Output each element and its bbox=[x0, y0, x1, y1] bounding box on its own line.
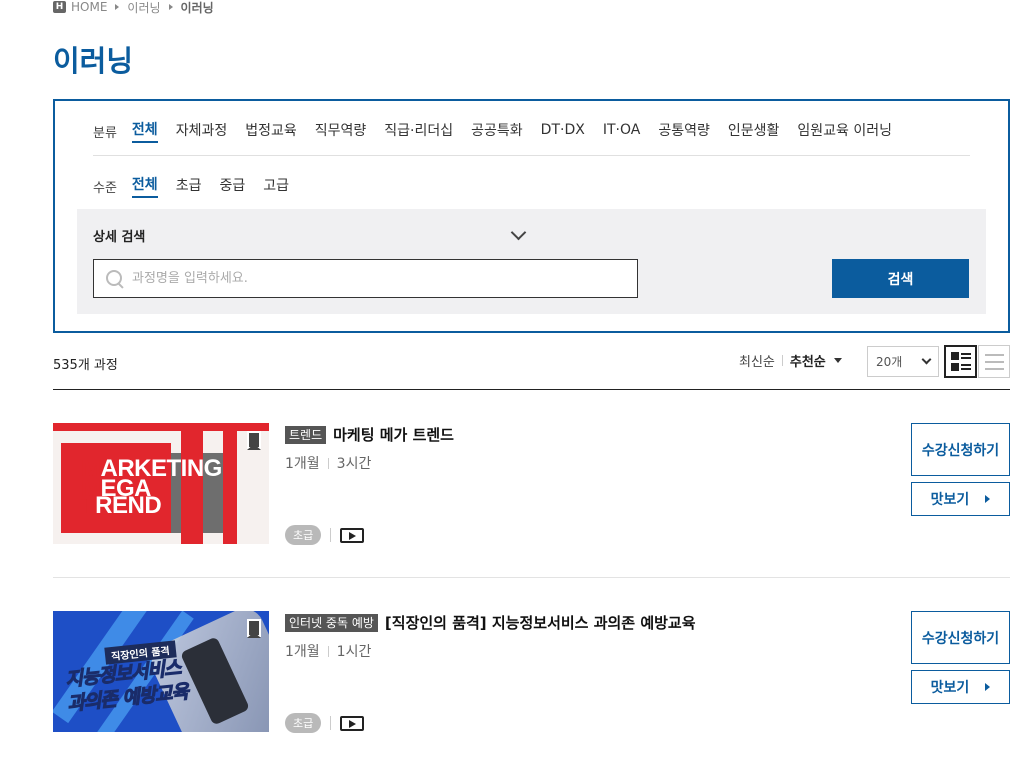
video-icon bbox=[340, 715, 365, 731]
category-option[interactable]: 임원교육 이러닝 bbox=[797, 120, 892, 142]
view-card-button[interactable] bbox=[944, 345, 977, 378]
list-line bbox=[985, 368, 1004, 370]
grid-cell bbox=[951, 352, 959, 360]
course-hours: 1시간 bbox=[336, 644, 372, 660]
course-meta: 1개월 3시간 bbox=[285, 453, 705, 473]
bookmark-icon[interactable] bbox=[247, 431, 261, 450]
bookmark-icon[interactable] bbox=[247, 619, 261, 638]
preview-label: 맛보기 bbox=[930, 492, 970, 508]
item-divider bbox=[53, 577, 1010, 578]
meta-divider bbox=[327, 645, 329, 657]
breadcrumb: H HOME 이러닝 이러닝 bbox=[53, 0, 214, 16]
level-badge: 초급 bbox=[285, 713, 322, 733]
breadcrumb-home[interactable]: HOME bbox=[71, 0, 107, 14]
filter-divider bbox=[93, 155, 970, 156]
course-count: 535개 과정 bbox=[53, 358, 118, 373]
category-filter-label: 분류 bbox=[93, 125, 117, 141]
preview-label: 맛보기 bbox=[930, 680, 970, 696]
filter-panel: 분류 전체 자체과정 법정교육 직무역량 직급·리더십 공공특화 DT·DX I… bbox=[53, 99, 1010, 333]
breadcrumb-arrow-icon bbox=[168, 4, 173, 10]
course-item: 직장인의 품격 지능정보서비스 과의존 예방교육 인터넷 중독 예방 [직장인의 … bbox=[53, 611, 1010, 736]
search-field bbox=[93, 259, 638, 298]
detail-search: 상세 검색 검색 bbox=[77, 209, 986, 314]
level-filter: 수준 전체 초급 중급 고급 bbox=[93, 174, 307, 198]
tag-divider bbox=[330, 716, 332, 730]
tag-divider bbox=[330, 528, 332, 542]
search-input[interactable] bbox=[132, 271, 637, 286]
category-option[interactable]: 공공특화 bbox=[471, 120, 523, 142]
level-filter-label: 수준 bbox=[93, 180, 117, 196]
arrow-right-icon bbox=[985, 495, 991, 503]
home-icon[interactable]: H bbox=[53, 1, 66, 13]
video-icon bbox=[340, 527, 365, 543]
per-page-select[interactable]: 20개 bbox=[867, 346, 939, 377]
course-thumbnail[interactable]: MARKETING MEGA TREND bbox=[53, 423, 269, 544]
course-tags: 초급 bbox=[285, 713, 365, 733]
category-filter: 분류 전체 자체과정 법정교육 직무역량 직급·리더십 공공특화 DT·DX I… bbox=[93, 119, 910, 143]
preview-button[interactable]: 맛보기 bbox=[911, 670, 1010, 704]
grid-line bbox=[961, 357, 971, 359]
course-meta: 1개월 1시간 bbox=[285, 641, 705, 661]
list-line bbox=[985, 361, 1004, 363]
chevron-down-icon[interactable] bbox=[510, 224, 527, 241]
detail-search-title[interactable]: 상세 검색 bbox=[93, 226, 145, 245]
sort-divider bbox=[781, 355, 783, 366]
course-title-line[interactable]: 트렌드 마케팅 메가 트렌드 bbox=[285, 423, 705, 447]
page-title: 이러닝 bbox=[53, 44, 134, 78]
category-option[interactable]: DT·DX bbox=[541, 122, 585, 140]
grid-line bbox=[961, 364, 971, 366]
list-divider bbox=[53, 389, 1010, 390]
chevron-down-icon bbox=[921, 354, 932, 365]
enroll-button[interactable]: 수강신청하기 bbox=[911, 611, 1010, 664]
thumb-word: TREND bbox=[81, 492, 162, 519]
course-title[interactable]: [직장인의 품격] 지능정보서비스 과의존 예방교육 bbox=[385, 614, 696, 632]
course-duration: 1개월 bbox=[285, 456, 320, 472]
sort-latest[interactable]: 최신순 bbox=[739, 351, 775, 370]
category-option[interactable]: IT·OA bbox=[603, 122, 640, 140]
level-option[interactable]: 고급 bbox=[263, 175, 289, 197]
thumb-stripe bbox=[181, 423, 203, 544]
category-option[interactable]: 공통역량 bbox=[658, 120, 710, 142]
category-option[interactable]: 법정교육 bbox=[245, 120, 297, 142]
grid-cell bbox=[951, 363, 959, 371]
course-thumbnail[interactable]: 직장인의 품격 지능정보서비스 과의존 예방교육 bbox=[53, 611, 269, 732]
breadcrumb-arrow-icon bbox=[115, 4, 120, 10]
category-option[interactable]: 자체과정 bbox=[176, 120, 228, 142]
arrow-right-icon bbox=[985, 683, 991, 691]
category-option[interactable]: 직무역량 bbox=[315, 120, 367, 142]
search-button[interactable]: 검색 bbox=[832, 259, 969, 298]
category-option[interactable]: 인문생활 bbox=[728, 120, 780, 142]
course-item: MARKETING MEGA TREND 트렌드 마케팅 메가 트렌드 1개월 3… bbox=[53, 423, 1010, 548]
sort-recommended[interactable]: 추천순 bbox=[790, 351, 826, 370]
per-page-value: 20개 bbox=[876, 355, 903, 369]
sort-options: 최신순 추천순 bbox=[739, 351, 842, 370]
level-option[interactable]: 중급 bbox=[219, 175, 245, 197]
search-icon bbox=[106, 269, 124, 288]
preview-button[interactable]: 맛보기 bbox=[911, 482, 1010, 516]
category-option-all[interactable]: 전체 bbox=[131, 119, 158, 143]
grid-line bbox=[961, 368, 971, 370]
course-hours: 3시간 bbox=[336, 456, 372, 472]
category-option[interactable]: 직급·리더십 bbox=[384, 120, 453, 142]
list-line bbox=[985, 354, 1004, 356]
course-info: 인터넷 중독 예방 [직장인의 품격] 지능정보서비스 과의존 예방교육 1개월 … bbox=[285, 611, 705, 661]
course-tags: 초급 bbox=[285, 525, 365, 545]
thumb-stripe bbox=[223, 423, 237, 544]
course-title-line[interactable]: 인터넷 중독 예방 [직장인의 품격] 지능정보서비스 과의존 예방교육 bbox=[285, 611, 705, 635]
course-title[interactable]: 마케팅 메가 트렌드 bbox=[333, 426, 454, 444]
view-list-button[interactable] bbox=[978, 345, 1010, 378]
level-option-all[interactable]: 전체 bbox=[131, 174, 158, 198]
enroll-button[interactable]: 수강신청하기 bbox=[911, 423, 1010, 476]
breadcrumb-item[interactable]: 이러닝 bbox=[127, 0, 160, 16]
course-duration: 1개월 bbox=[285, 644, 320, 660]
level-option[interactable]: 초급 bbox=[176, 175, 202, 197]
category-badge: 인터넷 중독 예방 bbox=[285, 614, 378, 632]
level-badge: 초급 bbox=[285, 525, 322, 545]
category-badge: 트렌드 bbox=[285, 426, 327, 444]
grid-line bbox=[961, 353, 971, 355]
caret-down-icon[interactable] bbox=[833, 358, 842, 363]
meta-divider bbox=[327, 457, 329, 469]
breadcrumb-current: 이러닝 bbox=[180, 0, 214, 15]
course-info: 트렌드 마케팅 메가 트렌드 1개월 3시간 bbox=[285, 423, 705, 473]
